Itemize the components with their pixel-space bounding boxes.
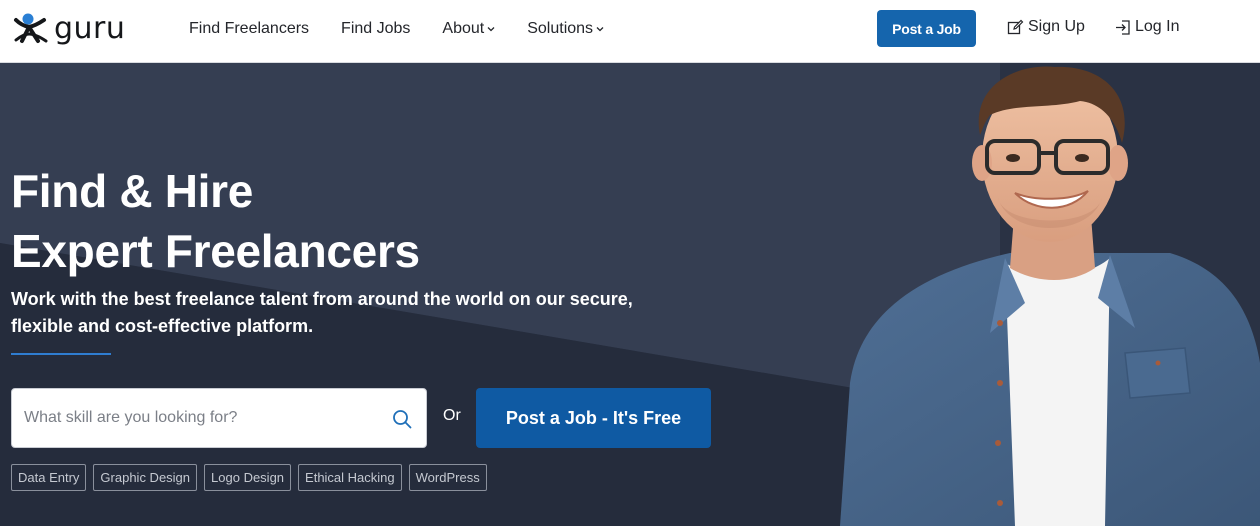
tag-graphic-design[interactable]: Graphic Design bbox=[93, 464, 198, 491]
main-nav: Find Freelancers Find Jobs About Solutio… bbox=[189, 0, 636, 58]
skill-search-input[interactable] bbox=[24, 389, 384, 447]
chevron-down-icon bbox=[487, 27, 495, 32]
hero-subheadline: Work with the best freelance talent from… bbox=[11, 289, 633, 336]
nav-label: About bbox=[442, 20, 485, 37]
nav-about[interactable]: About bbox=[442, 20, 495, 38]
site-header: guru Find Freelancers Find Jobs About So… bbox=[0, 0, 1260, 63]
log-in-link[interactable]: Log In bbox=[1115, 18, 1179, 36]
chevron-down-icon bbox=[596, 27, 604, 32]
brand-name: guru bbox=[54, 11, 126, 46]
nav-label: Find Freelancers bbox=[189, 20, 310, 37]
skill-search bbox=[11, 388, 427, 448]
accent-divider bbox=[11, 353, 111, 355]
headline-line-1: Find & Hire bbox=[11, 165, 254, 217]
nav-label: Solutions bbox=[527, 20, 594, 37]
hero-person-image bbox=[840, 66, 1260, 526]
tag-wordpress[interactable]: WordPress bbox=[408, 464, 487, 491]
headline-line-2: Expert Freelancers bbox=[11, 225, 420, 277]
hero-headline: Find & Hire Expert Freelancers bbox=[11, 161, 420, 281]
edit-icon bbox=[1007, 19, 1024, 34]
post-job-button[interactable]: Post a Job bbox=[877, 10, 976, 47]
sign-up-link[interactable]: Sign Up bbox=[1007, 18, 1085, 36]
nav-find-jobs[interactable]: Find Jobs bbox=[341, 20, 410, 38]
guru-person-icon bbox=[14, 13, 48, 43]
hero-section: Find & Hire Expert Freelancers Work with… bbox=[0, 63, 1260, 526]
popular-skill-tags: Data Entry Graphic Design Logo Design Et… bbox=[11, 464, 494, 491]
nav-label: Find Jobs bbox=[341, 20, 411, 37]
or-label: Or bbox=[443, 407, 461, 424]
tag-logo-design[interactable]: Logo Design bbox=[204, 464, 292, 491]
tag-ethical-hacking[interactable]: Ethical Hacking bbox=[298, 464, 402, 491]
guru-logo[interactable]: guru bbox=[12, 12, 144, 46]
post-job-free-button[interactable]: Post a Job - It's Free bbox=[476, 388, 711, 448]
log-in-label: Log In bbox=[1135, 18, 1180, 35]
nav-find-freelancers[interactable]: Find Freelancers bbox=[189, 20, 309, 38]
tag-data-entry[interactable]: Data Entry bbox=[11, 464, 87, 491]
nav-solutions[interactable]: Solutions bbox=[527, 20, 604, 38]
login-icon bbox=[1116, 19, 1130, 35]
search-icon[interactable] bbox=[392, 409, 412, 429]
sign-up-label: Sign Up bbox=[1028, 18, 1085, 35]
